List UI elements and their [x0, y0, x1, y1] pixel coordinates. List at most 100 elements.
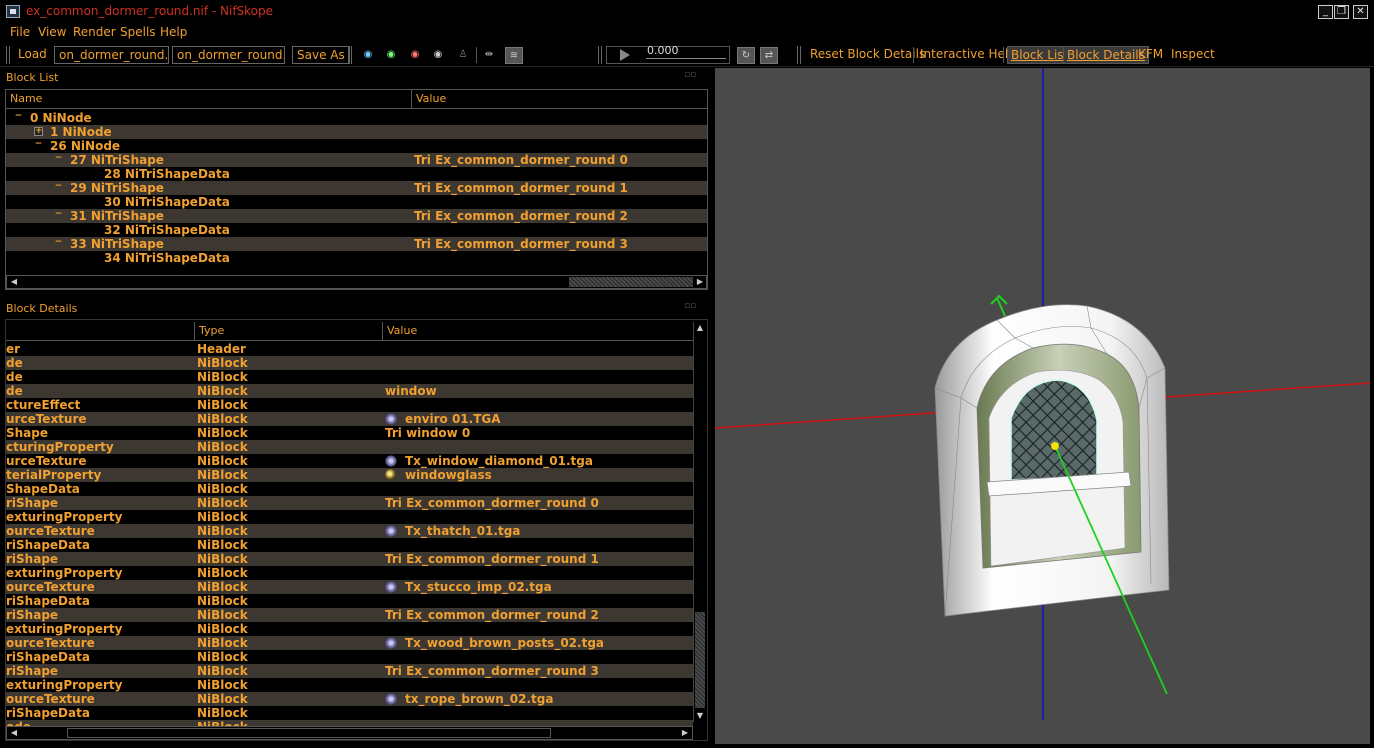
- block-list-row[interactable]: −29 NiTriShape Tri Ex_common_dormer_round…: [6, 181, 707, 195]
- block-details-row[interactable]: ourceTexture NiBlock tx_rope_brown_02.tga: [6, 692, 693, 706]
- block-details-row[interactable]: de NiBlock: [6, 370, 693, 384]
- panel-float-icon[interactable]: ▫▫: [684, 70, 696, 80]
- collapse-icon[interactable]: −: [54, 238, 63, 248]
- block-list-row[interactable]: −26 NiNode: [6, 139, 707, 153]
- block-list-hscrollbar[interactable]: ◀ ▶: [6, 275, 707, 289]
- block-list-row[interactable]: 32 NiTriShapeData: [6, 223, 707, 237]
- scroll-right-arrow-icon[interactable]: ▶: [679, 727, 691, 739]
- block-details-row[interactable]: riShapeData NiBlock: [6, 706, 693, 720]
- menu-help[interactable]: Help: [160, 25, 187, 39]
- figure-icon[interactable]: ♙: [455, 49, 471, 61]
- block-details-hscrollbar[interactable]: ◀ ▶: [6, 726, 693, 740]
- menu-spells[interactable]: Spells: [120, 25, 156, 39]
- play-icon[interactable]: [620, 49, 630, 61]
- block-details-row[interactable]: terialProperty NiBlock windowglass: [6, 468, 693, 482]
- block-list-row[interactable]: −27 NiTriShape Tri Ex_common_dormer_round…: [6, 153, 707, 167]
- load-file-field[interactable]: on_dormer_round.nif: [54, 46, 169, 64]
- block-details-row[interactable]: riShape NiBlock Tri Ex_common_dormer_round…: [6, 496, 693, 510]
- collapse-icon[interactable]: −: [54, 182, 63, 192]
- kfm-button[interactable]: KFM: [1134, 46, 1167, 64]
- column-name[interactable]: [6, 322, 195, 341]
- block-details-row[interactable]: exturingProperty NiBlock: [6, 510, 693, 524]
- scroll-left-arrow-icon[interactable]: ◀: [8, 276, 20, 288]
- column-type[interactable]: Type: [195, 322, 383, 341]
- reset-block-details-button[interactable]: Reset Block Details: [806, 46, 929, 64]
- block-details-row[interactable]: er Header: [6, 342, 693, 356]
- block-details-row[interactable]: ShapeData NiBlock: [6, 482, 693, 496]
- block-list-row[interactable]: 34 NiTriShapeData: [6, 251, 707, 265]
- block-details-row[interactable]: ourceTexture NiBlock Tx_wood_brown_posts_0…: [6, 636, 693, 650]
- eye-blue-icon[interactable]: ◉: [360, 49, 376, 61]
- block-details-vscrollbar[interactable]: ▲ ▼: [693, 322, 707, 722]
- block-list-row[interactable]: −33 NiTriShape Tri Ex_common_dormer_round…: [6, 237, 707, 251]
- load-button[interactable]: Load: [14, 46, 51, 64]
- eye-white-icon[interactable]: ◉: [430, 49, 446, 61]
- block-details-row[interactable]: riShape NiBlock Tri Ex_common_dormer_round…: [6, 608, 693, 622]
- detail-value-text: Tri Ex_common_dormer_round 2: [385, 608, 599, 622]
- save-file-field[interactable]: on_dormer_round.nif: [172, 46, 285, 64]
- block-details-row[interactable]: de NiBlock: [6, 356, 693, 370]
- block-list-row[interactable]: 28 NiTriShapeData: [6, 167, 707, 181]
- scroll-down-arrow-icon[interactable]: ▼: [694, 710, 706, 722]
- block-details-row[interactable]: urceTexture NiBlock enviro 01.TGA: [6, 412, 693, 426]
- panel-float-icon[interactable]: ▫▫: [684, 301, 696, 311]
- eye-red-icon[interactable]: ◉: [407, 49, 423, 61]
- eye-green-icon[interactable]: ◉: [383, 49, 399, 61]
- move-icon[interactable]: ⇹: [481, 49, 497, 61]
- block-value: [414, 139, 704, 153]
- block-details-row[interactable]: exturingProperty NiBlock: [6, 566, 693, 580]
- collapse-icon[interactable]: −: [34, 140, 43, 150]
- block-details-row[interactable]: cturingProperty NiBlock: [6, 440, 693, 454]
- scroll-right-arrow-icon[interactable]: ▶: [694, 276, 706, 288]
- toolbar-grip[interactable]: [6, 46, 10, 64]
- block-list-row[interactable]: 30 NiTriShapeData: [6, 195, 707, 209]
- block-details-row[interactable]: de NiBlock window: [6, 384, 693, 398]
- close-button[interactable]: ✕: [1353, 5, 1368, 19]
- scroll-thumb[interactable]: [695, 612, 705, 708]
- maximize-button[interactable]: ❐: [1334, 5, 1349, 19]
- minimize-button[interactable]: _: [1318, 5, 1333, 19]
- toolbar-grip[interactable]: [598, 46, 602, 64]
- block-details-row[interactable]: riShape NiBlock Tri Ex_common_dormer_round…: [6, 552, 693, 566]
- block-details-row[interactable]: riShape NiBlock Tri Ex_common_dormer_round…: [6, 664, 693, 678]
- scroll-thumb[interactable]: [569, 277, 693, 287]
- block-list-row[interactable]: +1 NiNode: [6, 125, 707, 139]
- interactive-help-button[interactable]: Interactive Help: [916, 46, 1020, 64]
- loop-icon[interactable]: ↻: [737, 47, 755, 64]
- scroll-left-arrow-icon[interactable]: ◀: [8, 727, 20, 739]
- mesh-icon[interactable]: ≋: [505, 47, 523, 64]
- block-details-row[interactable]: urceTexture NiBlock Tx_window_diamond_01.t…: [6, 454, 693, 468]
- column-value[interactable]: Value: [412, 90, 707, 109]
- scroll-up-arrow-icon[interactable]: ▲: [694, 322, 706, 334]
- switch-icon[interactable]: ⇄: [760, 47, 778, 64]
- block-details-row[interactable]: exturingProperty NiBlock: [6, 678, 693, 692]
- toolbar-grip[interactable]: [797, 46, 801, 64]
- block-list-row[interactable]: −0 NiNode: [6, 111, 707, 125]
- block-details-row[interactable]: riShapeData NiBlock: [6, 650, 693, 664]
- collapse-icon[interactable]: −: [14, 112, 23, 122]
- detail-value: [385, 650, 691, 664]
- block-details-row[interactable]: Shape NiBlock Tri window 0: [6, 426, 693, 440]
- block-details-row[interactable]: ourceTexture NiBlock Tx_thatch_01.tga: [6, 524, 693, 538]
- menu-render[interactable]: Render: [73, 25, 116, 39]
- save-as-button[interactable]: Save As: [292, 46, 350, 64]
- column-value[interactable]: Value: [383, 322, 693, 341]
- time-slider-track[interactable]: [646, 58, 726, 59]
- menu-view[interactable]: View: [38, 25, 66, 39]
- detail-value-text: Tri Ex_common_dormer_round 3: [385, 664, 599, 678]
- block-details-row[interactable]: ctureEffect NiBlock: [6, 398, 693, 412]
- toolbar-grip[interactable]: [348, 46, 352, 64]
- inspect-button[interactable]: Inspect: [1167, 46, 1219, 64]
- collapse-icon[interactable]: −: [54, 154, 63, 164]
- block-details-row[interactable]: riShapeData NiBlock: [6, 538, 693, 552]
- column-name[interactable]: Name: [6, 90, 412, 109]
- block-details-row[interactable]: ourceTexture NiBlock Tx_stucco_imp_02.tga: [6, 580, 693, 594]
- block-list-row[interactable]: −31 NiTriShape Tri Ex_common_dormer_round…: [6, 209, 707, 223]
- scroll-thumb[interactable]: [67, 728, 551, 738]
- block-details-row[interactable]: exturingProperty NiBlock: [6, 622, 693, 636]
- block-details-row[interactable]: riShapeData NiBlock: [6, 594, 693, 608]
- render-viewport[interactable]: [715, 68, 1370, 744]
- collapse-icon[interactable]: −: [54, 210, 63, 220]
- menu-file[interactable]: File: [10, 25, 30, 39]
- expand-icon[interactable]: +: [34, 127, 43, 136]
